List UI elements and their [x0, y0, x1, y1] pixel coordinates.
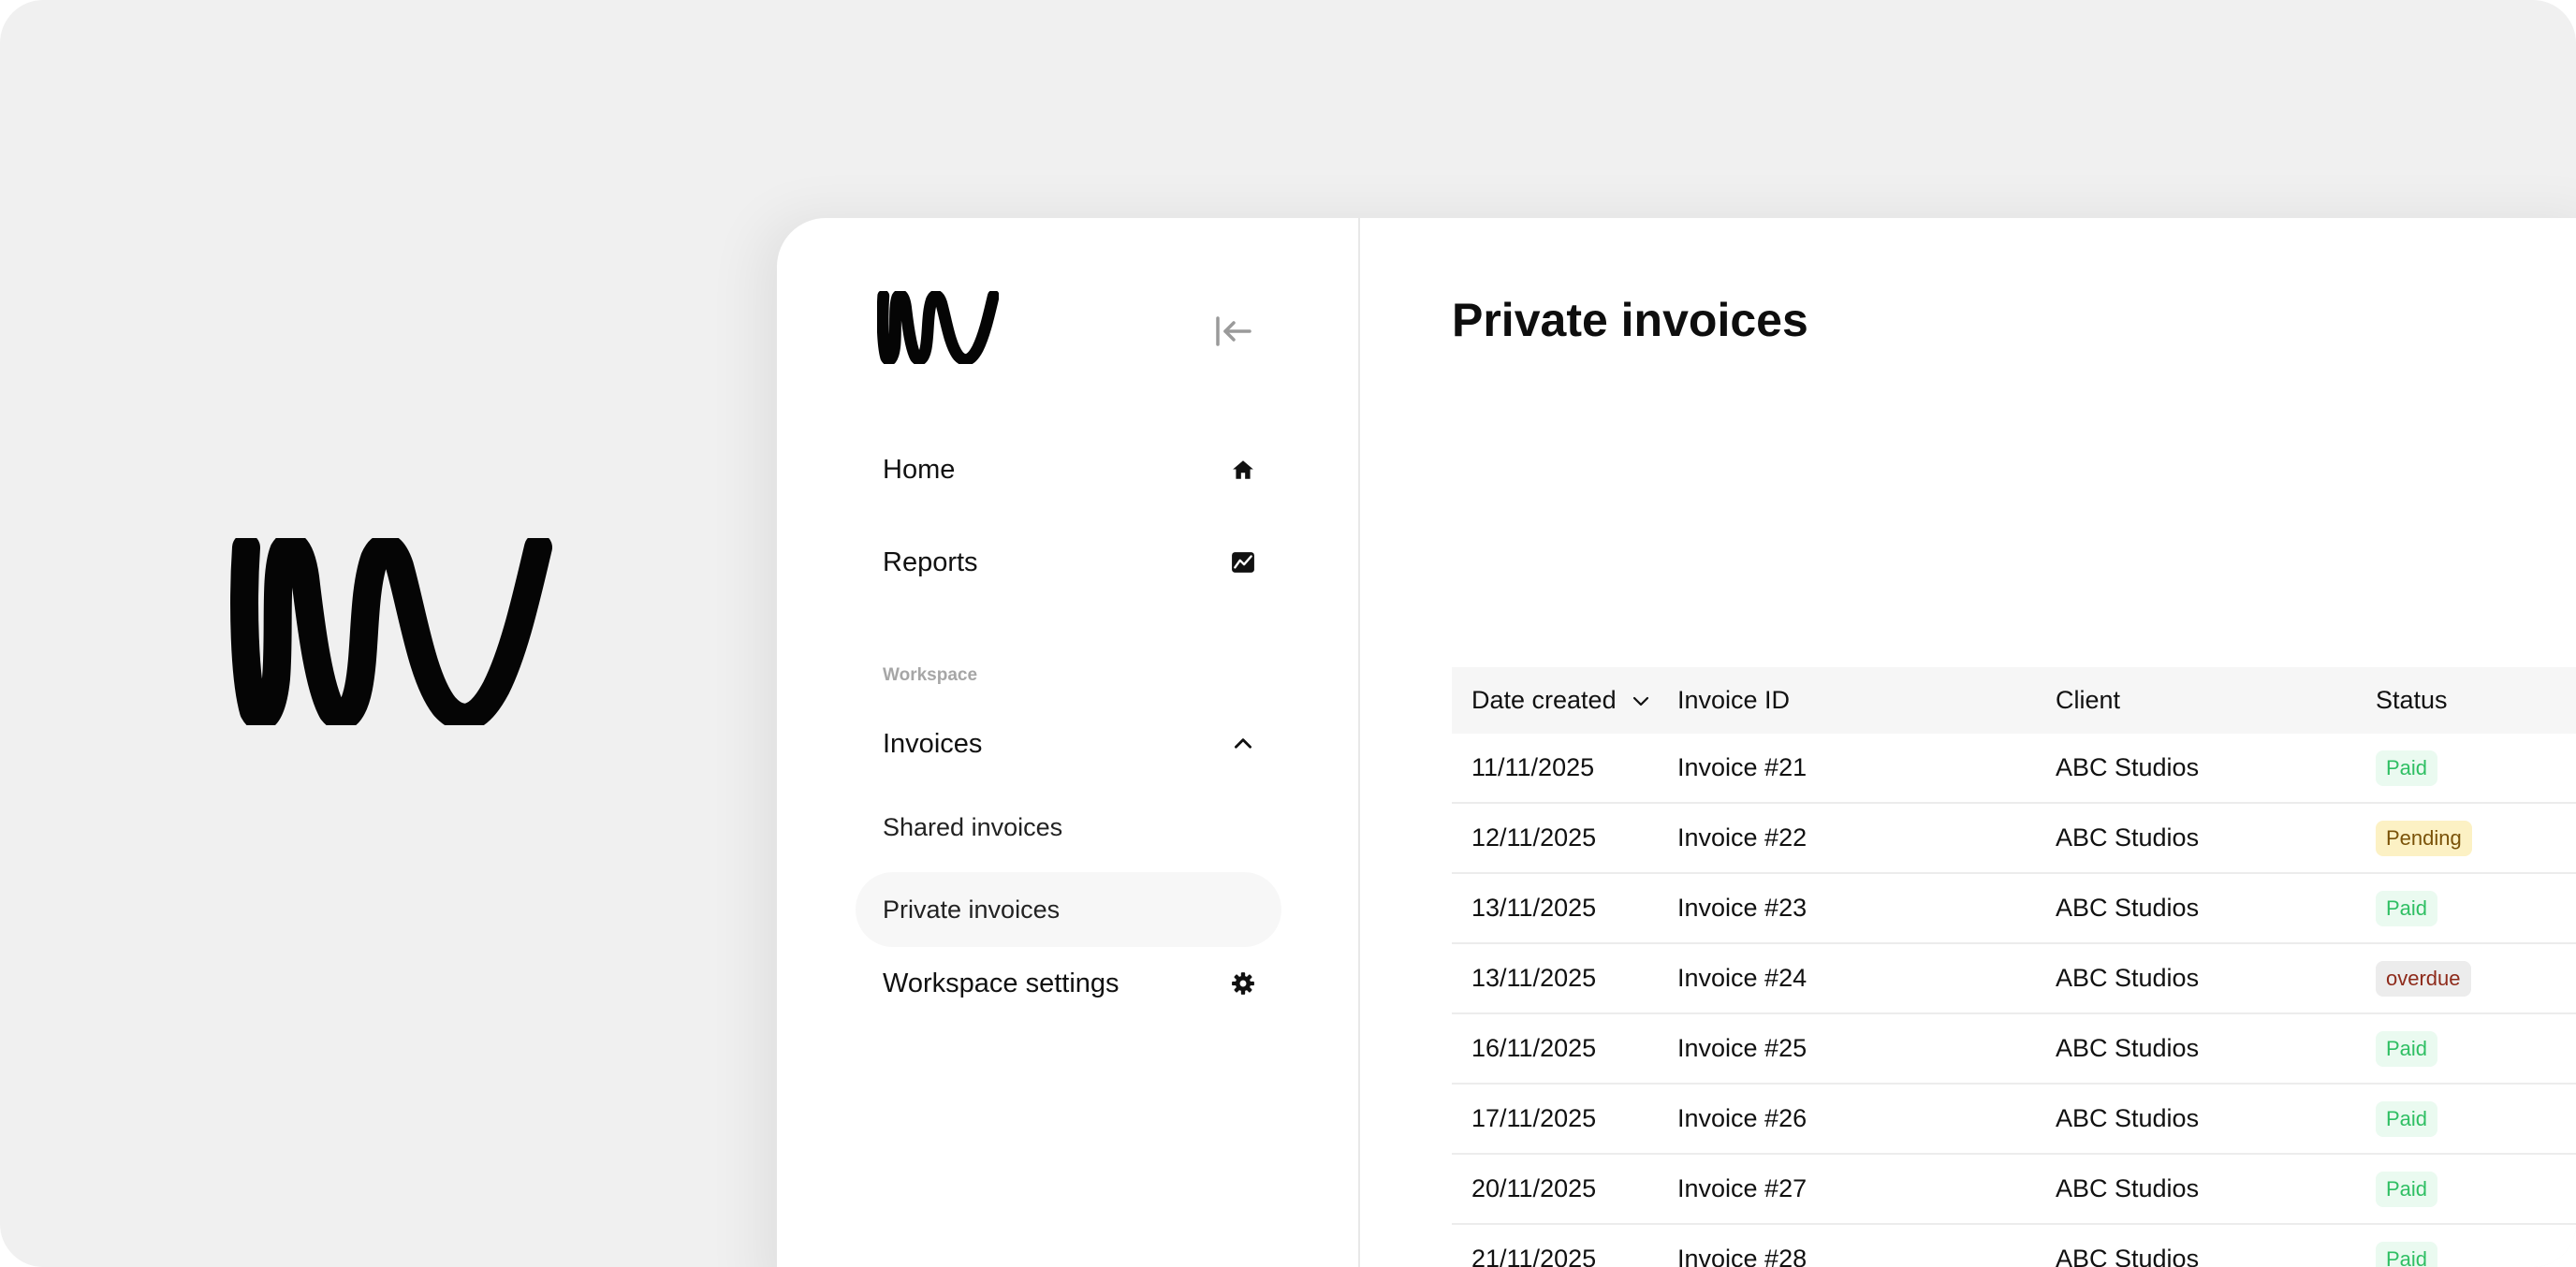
- cell-date: 12/11/2025: [1471, 823, 1597, 852]
- nav-item-label: Home: [883, 454, 956, 485]
- cell-invoice-id: Invoice #24: [1677, 964, 1808, 992]
- cell-client: ABC Studios: [2056, 964, 2200, 992]
- nav-item-label: Invoices: [883, 728, 983, 759]
- table-row[interactable]: 11/11/2025 Invoice #21 ABC Studios Paid: [1452, 734, 2576, 804]
- cell-status: Pending: [2376, 820, 2576, 856]
- column-header-client[interactable]: Client: [2056, 686, 2376, 715]
- collapse-left-icon: [1216, 316, 1251, 346]
- cell-invoice-id: Invoice #26: [1677, 1104, 1808, 1132]
- status-badge: Pending: [2376, 820, 2472, 856]
- cell-invoice-id: Invoice #23: [1677, 894, 1808, 922]
- cell-client: ABC Studios: [2056, 753, 2200, 781]
- brand-logo[interactable]: [877, 291, 999, 364]
- cell-invoice-id: Invoice #22: [1677, 823, 1808, 852]
- cell-status: Paid: [2376, 1241, 2576, 1267]
- cell-date: 21/11/2025: [1471, 1245, 1597, 1267]
- nav-item-reports[interactable]: Reports: [883, 534, 1257, 590]
- cell-client: ABC Studios: [2056, 1174, 2200, 1202]
- status-badge: overdue: [2376, 960, 2471, 997]
- status-badge: Paid: [2376, 1100, 2438, 1137]
- cell-invoice-id: Invoice #21: [1677, 753, 1808, 781]
- table-row[interactable]: 21/11/2025 Invoice #28 ABC Studios Paid: [1452, 1225, 2576, 1267]
- table-row[interactable]: 20/11/2025 Invoice #27 ABC Studios Paid: [1452, 1155, 2576, 1225]
- table-row[interactable]: 16/11/2025 Invoice #25 ABC Studios Paid: [1452, 1014, 2576, 1085]
- cell-client: ABC Studios: [2056, 1104, 2200, 1132]
- chart-icon: [1229, 548, 1257, 576]
- background-canvas: Home Reports Workspace Invoices Shared i…: [0, 0, 2576, 1267]
- chevron-up-icon: [1229, 730, 1257, 758]
- table-header: Date created Invoice ID Client Status: [1452, 667, 2576, 734]
- cell-client: ABC Studios: [2056, 1034, 2200, 1062]
- section-label-workspace: Workspace: [883, 665, 978, 685]
- main-content: Private invoices Date created Invoice ID…: [1360, 218, 2576, 1267]
- cell-invoice-id: Invoice #28: [1677, 1245, 1808, 1267]
- nav-item-invoices[interactable]: Invoices: [883, 716, 1257, 772]
- cell-date: 13/11/2025: [1471, 964, 1597, 992]
- nav-item-home[interactable]: Home: [883, 442, 1257, 498]
- table-body: 11/11/2025 Invoice #21 ABC Studios Paid 12/1…: [1452, 734, 2576, 1267]
- cell-date: 13/11/2025: [1471, 894, 1597, 922]
- cell-date: 17/11/2025: [1471, 1104, 1597, 1132]
- table-row[interactable]: 13/11/2025 Invoice #23 ABC Studios Paid: [1452, 874, 2576, 944]
- table-row[interactable]: 12/11/2025 Invoice #22 ABC Studios Pending: [1452, 804, 2576, 874]
- nav-item-label: Workspace settings: [883, 968, 1120, 998]
- sidebar: Home Reports Workspace Invoices Shared i…: [777, 218, 1360, 1267]
- cell-date: 16/11/2025: [1471, 1034, 1597, 1062]
- cell-client: ABC Studios: [2056, 894, 2200, 922]
- brand-logo-large: [230, 538, 552, 725]
- cell-status: Paid: [2376, 1100, 2576, 1137]
- cell-client: ABC Studios: [2056, 823, 2200, 852]
- table-row[interactable]: 13/11/2025 Invoice #24 ABC Studios overdue: [1452, 944, 2576, 1014]
- sidebar-item-private-invoices[interactable]: Private invoices: [856, 872, 1281, 947]
- app-window: Home Reports Workspace Invoices Shared i…: [777, 218, 2576, 1267]
- cell-status: Paid: [2376, 750, 2576, 786]
- chevron-down-icon[interactable]: [1630, 690, 1652, 712]
- cell-date: 11/11/2025: [1471, 753, 1595, 781]
- status-badge: Paid: [2376, 750, 2438, 786]
- status-badge: Paid: [2376, 1171, 2438, 1207]
- status-badge: Paid: [2376, 890, 2438, 926]
- home-icon: [1229, 456, 1257, 484]
- sidebar-item-shared-invoices[interactable]: Shared invoices: [856, 790, 1281, 865]
- nav-item-label: Reports: [883, 546, 978, 577]
- nav-item-workspace-settings[interactable]: Workspace settings: [883, 955, 1257, 1012]
- status-badge: Paid: [2376, 1030, 2438, 1067]
- table-row[interactable]: 17/11/2025 Invoice #26 ABC Studios Paid: [1452, 1085, 2576, 1155]
- cell-invoice-id: Invoice #25: [1677, 1034, 1808, 1062]
- cell-status: Paid: [2376, 1030, 2576, 1067]
- cell-date: 20/11/2025: [1471, 1174, 1597, 1202]
- gear-icon: [1229, 969, 1257, 998]
- column-header-status[interactable]: Status: [2376, 686, 2576, 715]
- collapse-sidebar-button[interactable]: [1212, 310, 1255, 353]
- invoices-table: Date created Invoice ID Client Status 11…: [1452, 667, 2576, 1267]
- cell-invoice-id: Invoice #27: [1677, 1174, 1808, 1202]
- column-header-invoice-id[interactable]: Invoice ID: [1677, 686, 2056, 715]
- cell-status: Paid: [2376, 890, 2576, 926]
- cell-status: Paid: [2376, 1171, 2576, 1207]
- page-title: Private invoices: [1452, 294, 1808, 346]
- column-header-date-created[interactable]: Date created: [1452, 686, 1677, 715]
- cell-client: ABC Studios: [2056, 1245, 2200, 1267]
- cell-status: overdue: [2376, 960, 2576, 997]
- status-badge: Paid: [2376, 1241, 2438, 1267]
